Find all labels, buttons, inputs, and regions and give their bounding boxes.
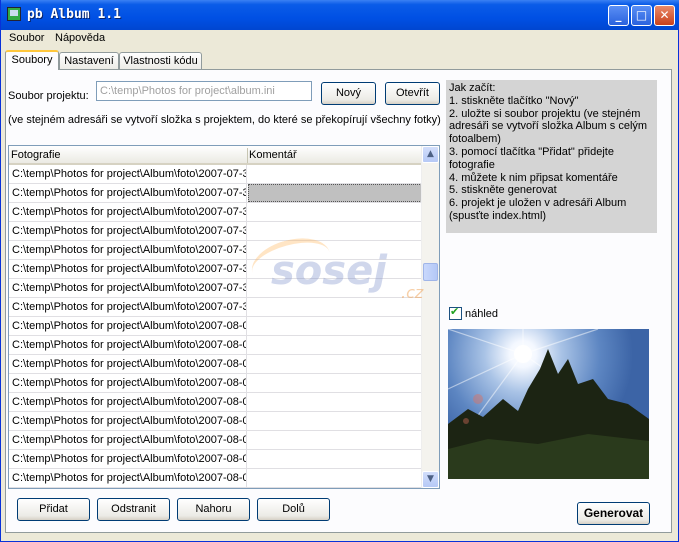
photo-path-cell[interactable]: C:\temp\Photos for project\Album\foto\20… [9, 241, 247, 259]
scroll-down-icon[interactable]: ▼ [422, 471, 439, 488]
comment-cell[interactable] [248, 317, 422, 335]
help-line: 2. uložte si soubor projektu (ve stejném… [449, 107, 648, 146]
photo-path-cell[interactable]: C:\temp\Photos for project\Album\foto\20… [9, 260, 247, 278]
table-row[interactable]: C:\temp\Photos for project\Album\foto\20… [9, 165, 422, 184]
photo-path-cell[interactable]: C:\temp\Photos for project\Album\foto\20… [9, 203, 247, 221]
project-file-label: Soubor projektu: [8, 90, 89, 102]
close-button[interactable]: ✕ [654, 5, 675, 26]
table-row[interactable]: C:\temp\Photos for project\Album\foto\20… [9, 393, 422, 412]
comment-cell[interactable] [248, 412, 422, 430]
new-button[interactable]: Nový [321, 82, 376, 105]
column-header-photo[interactable]: Fotografie [11, 149, 61, 161]
project-note: (ve stejném adresáři se vytvoří složka s… [8, 114, 441, 126]
title-bar[interactable]: pb Album 1.1 _ □ ✕ [1, 0, 679, 30]
table-row[interactable]: C:\temp\Photos for project\Album\foto\20… [9, 222, 422, 241]
photo-path-cell[interactable]: C:\temp\Photos for project\Album\foto\20… [9, 165, 247, 183]
table-row[interactable]: C:\temp\Photos for project\Album\foto\20… [9, 317, 422, 336]
column-divider[interactable] [247, 148, 248, 163]
watermark-domain: .cz [401, 283, 424, 302]
table-row[interactable]: C:\temp\Photos for project\Album\foto\20… [9, 450, 422, 469]
menu-bar: Soubor Nápověda [1, 30, 679, 48]
photo-path-cell[interactable]: C:\temp\Photos for project\Album\foto\20… [9, 298, 247, 316]
scroll-thumb[interactable] [423, 263, 438, 281]
maximize-button[interactable]: □ [631, 5, 652, 26]
app-window: pb Album 1.1 _ □ ✕ Soubor Nápověda Soubo… [0, 0, 679, 542]
vertical-scrollbar[interactable]: ▲ ▼ [421, 146, 439, 488]
preview-label: náhled [465, 308, 499, 320]
add-button[interactable]: Přidat [17, 498, 90, 521]
project-file-field[interactable]: C:\temp\Photos for project\album.ini [96, 81, 312, 101]
help-panel: Jak začít: 1. stiskněte tlačítko "Nový" … [446, 80, 657, 233]
generate-button[interactable]: Generovat [577, 502, 650, 525]
table-row[interactable]: C:\temp\Photos for project\Album\foto\20… [9, 431, 422, 450]
table-row[interactable]: C:\temp\Photos for project\Album\foto\20… [9, 374, 422, 393]
open-button[interactable]: Otevřít [385, 82, 440, 105]
grid-header: Fotografie Komentář [9, 146, 422, 165]
comment-cell[interactable] [248, 374, 422, 392]
table-row[interactable]: C:\temp\Photos for project\Album\foto\20… [9, 203, 422, 222]
help-line: 6. projekt je uložen v adresáři Album (s… [449, 197, 627, 222]
minimize-button[interactable]: _ [608, 5, 629, 26]
comment-cell[interactable] [248, 469, 422, 487]
comment-cell[interactable] [248, 450, 422, 468]
photo-path-cell[interactable]: C:\temp\Photos for project\Album\foto\20… [9, 393, 247, 411]
help-line: 4. můžete k nim připsat komentáře [449, 171, 618, 184]
comment-cell[interactable] [248, 355, 422, 373]
grid-rows: C:\temp\Photos for project\Album\foto\20… [9, 165, 422, 488]
scroll-up-icon[interactable]: ▲ [422, 146, 439, 163]
photo-preview [448, 329, 649, 479]
comment-cell[interactable] [248, 165, 422, 183]
comment-cell[interactable] [248, 184, 422, 202]
table-row[interactable]: C:\temp\Photos for project\Album\foto\20… [9, 336, 422, 355]
photo-path-cell[interactable]: C:\temp\Photos for project\Album\foto\20… [9, 450, 247, 468]
move-down-button[interactable]: Dolů [257, 498, 330, 521]
remove-button[interactable]: Odstranit [97, 498, 170, 521]
app-icon [7, 7, 21, 21]
preview-checkbox[interactable] [449, 305, 462, 320]
table-row[interactable]: C:\temp\Photos for project\Album\foto\20… [9, 184, 422, 203]
comment-cell[interactable] [248, 336, 422, 354]
photo-path-cell[interactable]: C:\temp\Photos for project\Album\foto\20… [9, 412, 247, 430]
comment-cell[interactable] [248, 298, 422, 316]
photo-grid[interactable]: Fotografie Komentář C:\temp\Photos for p… [8, 145, 440, 489]
move-up-button[interactable]: Nahoru [177, 498, 250, 521]
photo-path-cell[interactable]: C:\temp\Photos for project\Album\foto\20… [9, 374, 247, 392]
comment-cell[interactable] [248, 393, 422, 411]
column-header-comment[interactable]: Komentář [249, 149, 297, 161]
photo-path-cell[interactable]: C:\temp\Photos for project\Album\foto\20… [9, 355, 247, 373]
help-line: Jak začít: [449, 82, 496, 94]
help-line: 5. stiskněte generovat [449, 184, 557, 197]
minimize-icon: _ [615, 8, 622, 22]
photo-path-cell[interactable]: C:\temp\Photos for project\Album\foto\20… [9, 279, 247, 297]
table-row[interactable]: C:\temp\Photos for project\Album\foto\20… [9, 355, 422, 374]
tab-vlastnosti-kodu[interactable]: Vlastnosti kódu [119, 52, 202, 69]
comment-cell[interactable] [248, 222, 422, 240]
photo-path-cell[interactable]: C:\temp\Photos for project\Album\foto\20… [9, 336, 247, 354]
photo-path-cell[interactable]: C:\temp\Photos for project\Album\foto\20… [9, 317, 247, 335]
table-row[interactable]: C:\temp\Photos for project\Album\foto\20… [9, 412, 422, 431]
photo-path-cell[interactable]: C:\temp\Photos for project\Album\foto\20… [9, 431, 247, 449]
window-title: pb Album 1.1 [27, 7, 121, 22]
maximize-icon: □ [635, 8, 648, 22]
menu-soubor[interactable]: Soubor [9, 32, 44, 44]
photo-path-cell[interactable]: C:\temp\Photos for project\Album\foto\20… [9, 222, 247, 240]
help-line: 1. stiskněte tlačítko "Nový" [449, 94, 579, 107]
tab-soubory[interactable]: Soubory [5, 50, 59, 70]
help-line: 3. pomocí tlačítka "Přidat" přidejte fot… [449, 145, 614, 171]
comment-cell[interactable] [248, 203, 422, 221]
table-row[interactable]: C:\temp\Photos for project\Album\foto\20… [9, 298, 422, 317]
comment-cell[interactable] [248, 431, 422, 449]
menu-napoveda[interactable]: Nápověda [55, 32, 105, 44]
preview-image [448, 329, 649, 479]
close-icon: ✕ [659, 8, 670, 22]
tab-nastaveni[interactable]: Nastavení [59, 52, 119, 69]
photo-path-cell[interactable]: C:\temp\Photos for project\Album\foto\20… [9, 469, 247, 487]
table-row[interactable]: C:\temp\Photos for project\Album\foto\20… [9, 469, 422, 488]
watermark-logo: sosej [271, 248, 387, 294]
photo-path-cell[interactable]: C:\temp\Photos for project\Album\foto\20… [9, 184, 247, 202]
